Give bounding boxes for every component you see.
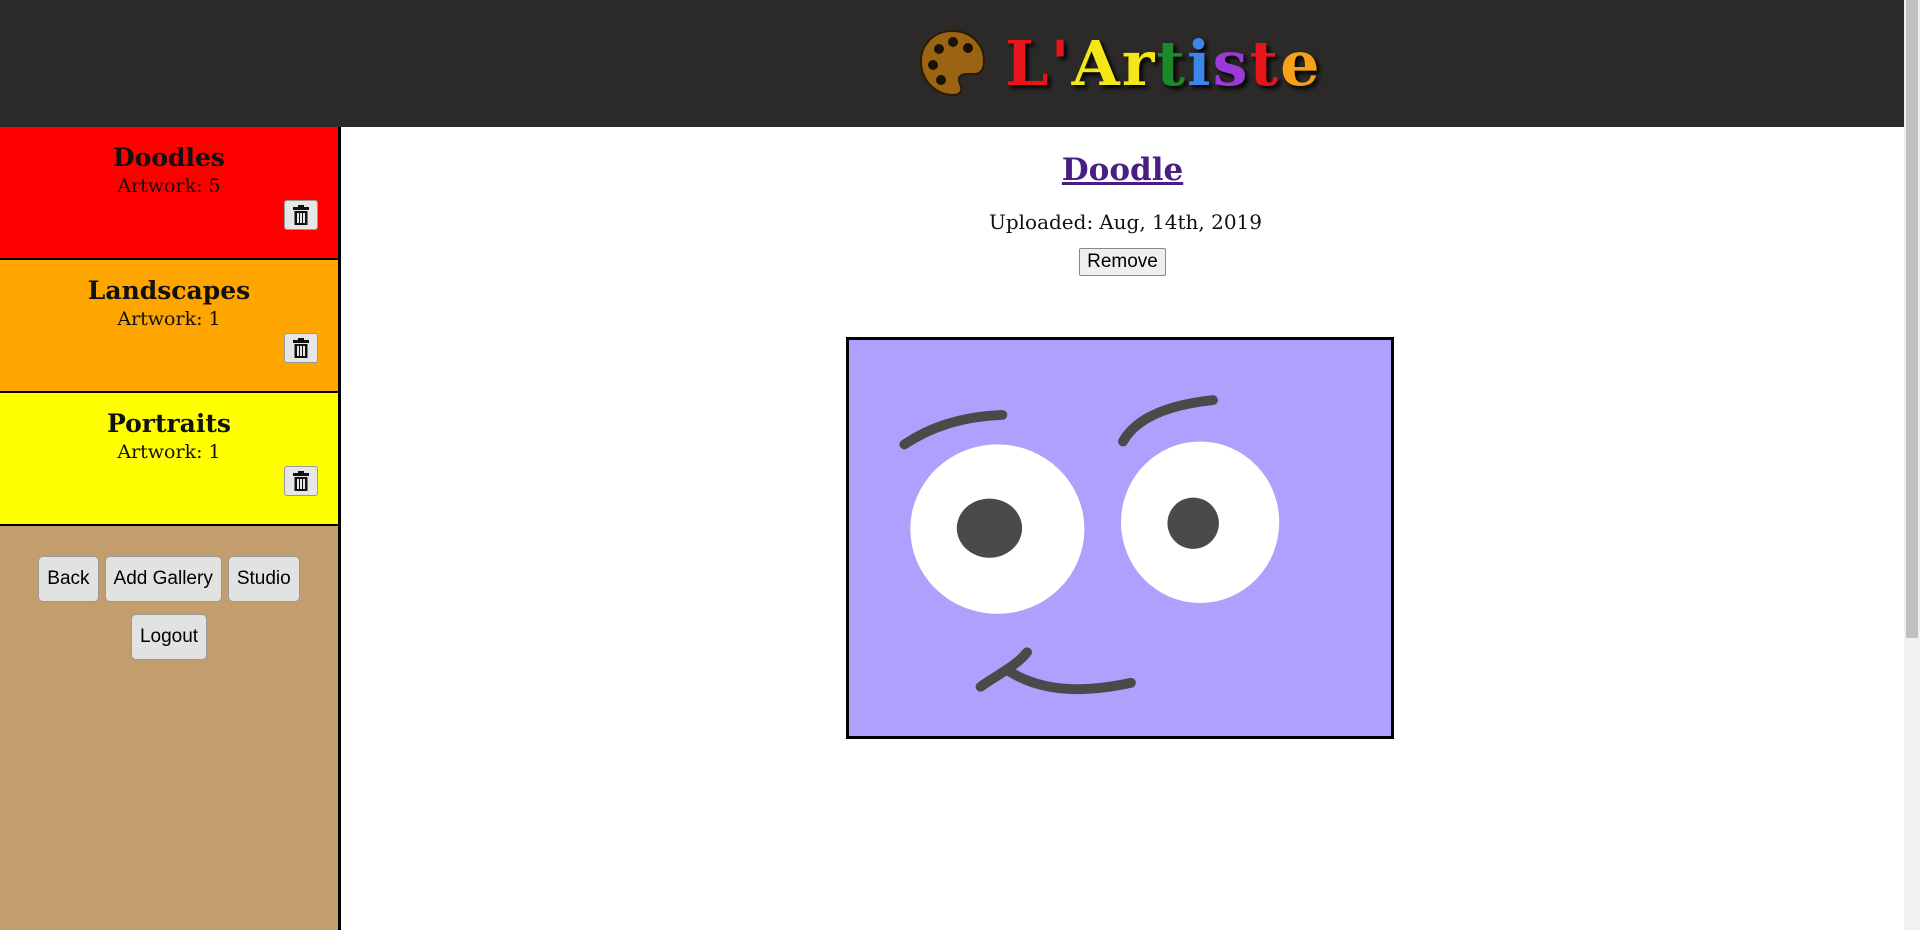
trash-icon bbox=[293, 338, 309, 358]
remove-artwork-button[interactable]: Remove bbox=[1079, 248, 1166, 276]
gallery-name: Portraits bbox=[106, 409, 231, 438]
logo-letter: i bbox=[1187, 26, 1213, 100]
left-pupil bbox=[956, 498, 1023, 558]
artwork-image bbox=[846, 337, 1394, 739]
delete-gallery-button[interactable] bbox=[284, 466, 318, 496]
gallery-item-portraits[interactable]: Portraits Artwork: 1 bbox=[0, 393, 338, 526]
gallery-sidebar: Doodles Artwork: 5 Landscapes Artwork: 1 bbox=[0, 127, 341, 930]
artwork-detail: Doodle Uploaded: Aug, 14th, 2019 Remove bbox=[341, 127, 1904, 930]
artwork-title[interactable]: Doodle bbox=[1062, 152, 1183, 188]
page-scrollbar[interactable] bbox=[1904, 0, 1920, 930]
gallery-item-doodles[interactable]: Doodles Artwork: 5 bbox=[0, 127, 338, 260]
upload-date: Uploaded: Aug, 14th, 2019 bbox=[341, 210, 1904, 234]
logo-text: L ' Ar t i s t e bbox=[1005, 27, 1322, 100]
logo-letter: ' bbox=[1050, 26, 1072, 100]
logo-letter: t bbox=[1156, 26, 1187, 100]
logo-letter: L bbox=[1005, 26, 1051, 100]
logo-letter: e bbox=[1280, 26, 1322, 100]
logout-button[interactable]: Logout bbox=[130, 614, 208, 660]
gallery-item-landscapes[interactable]: Landscapes Artwork: 1 bbox=[0, 260, 338, 393]
delete-gallery-button[interactable] bbox=[284, 333, 318, 363]
trash-icon bbox=[293, 205, 309, 225]
right-pupil bbox=[1167, 497, 1219, 549]
gallery-artwork-count: Artwork: 1 bbox=[117, 441, 221, 463]
gallery-name: Landscapes bbox=[87, 276, 251, 305]
trash-icon bbox=[293, 471, 309, 491]
logo-letter: t bbox=[1249, 26, 1281, 100]
upload-date-label: Uploaded: bbox=[988, 210, 1094, 234]
gallery-artwork-count: Artwork: 5 bbox=[117, 175, 221, 197]
gallery-name: Doodles bbox=[113, 143, 225, 172]
add-gallery-button[interactable]: Add Gallery bbox=[104, 556, 222, 602]
upload-date-value: Aug, 14th, 2019 bbox=[1099, 210, 1263, 234]
app-logo[interactable]: L ' Ar t i s t e bbox=[917, 18, 1322, 108]
back-button[interactable]: Back bbox=[38, 556, 99, 602]
logo-letter: r bbox=[1121, 26, 1157, 100]
delete-gallery-button[interactable] bbox=[284, 200, 318, 230]
logo-letter: s bbox=[1212, 26, 1250, 100]
studio-button[interactable]: Studio bbox=[227, 556, 300, 602]
scrollbar-thumb[interactable] bbox=[1906, 0, 1918, 638]
logo-letter: A bbox=[1071, 26, 1122, 100]
gallery-artwork-count: Artwork: 1 bbox=[117, 308, 221, 330]
app-header: L ' Ar t i s t e bbox=[0, 0, 1904, 127]
sidebar-nav: Back Add Gallery Studio Logout bbox=[0, 526, 338, 660]
palette-icon bbox=[919, 29, 986, 97]
